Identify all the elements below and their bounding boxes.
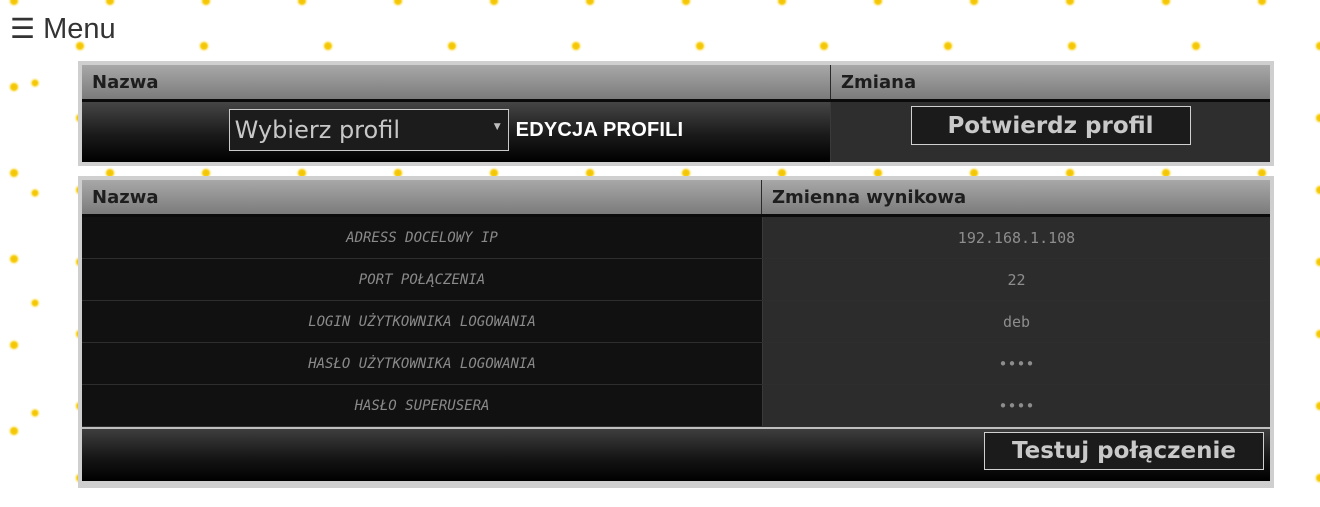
table-row: HASŁO SUPERUSERA •••• (82, 384, 1270, 427)
variable-value[interactable]: 192.168.1.108 (762, 217, 1270, 259)
table-row: PORT POŁĄCZENIA 22 (82, 258, 1270, 301)
variables-panel-footer: Testuj połączenie (82, 427, 1270, 481)
variables-table: ADRESS DOCELOWY IP 192.168.1.108 PORT PO… (82, 217, 1270, 427)
confirm-profile-button[interactable]: Potwierdz profil (910, 106, 1191, 145)
variable-value[interactable]: 22 (762, 258, 1270, 301)
profile-row: Wybierz profil ▼ EDYCJA PROFILI Potwierd… (82, 102, 1270, 162)
variable-name: LOGIN UŻYTKOWNIKA LOGOWANIA (82, 300, 763, 343)
profile-panel: Nazwa Zmiana Wybierz profil ▼ EDYCJA PRO… (78, 61, 1274, 166)
table-row: LOGIN UŻYTKOWNIKA LOGOWANIA deb (82, 300, 1270, 343)
variables-panel: Nazwa Zmienna wynikowa ADRESS DOCELOWY I… (78, 176, 1274, 488)
test-connection-button[interactable]: Testuj połączenie (984, 432, 1264, 470)
profile-confirm-cell: Potwierdz profil (831, 102, 1270, 162)
edit-profiles-link[interactable]: EDYCJA PROFILI (516, 119, 684, 142)
table-row: HASŁO UŻYTKOWNIKA LOGOWANIA •••• (82, 342, 1270, 385)
profile-select-value: Wybierz profil (234, 116, 400, 144)
profile-select-cell: Wybierz profil ▼ EDYCJA PROFILI (82, 102, 831, 162)
profile-panel-header: Nazwa Zmiana (82, 65, 1270, 102)
variable-value[interactable]: •••• (762, 342, 1270, 385)
variable-name: HASŁO UŻYTKOWNIKA LOGOWANIA (82, 342, 763, 385)
variable-name: ADRESS DOCELOWY IP (82, 217, 763, 259)
column-header-change: Zmiana (841, 71, 917, 93)
variable-value[interactable]: deb (762, 300, 1270, 343)
variables-panel-header: Nazwa Zmienna wynikowa (82, 180, 1270, 217)
variable-value[interactable]: •••• (762, 384, 1270, 427)
column-header-result: Zmienna wynikowa (772, 186, 967, 208)
menu-label: Menu (43, 12, 116, 45)
variable-name: PORT POŁĄCZENIA (82, 258, 763, 301)
menu-toggle[interactable]: ☰ Menu (10, 12, 116, 46)
variable-name: HASŁO SUPERUSERA (82, 384, 763, 427)
column-header-name: Nazwa (82, 180, 762, 214)
profile-select[interactable]: Wybierz profil ▼ (228, 109, 509, 151)
hamburger-icon: ☰ (10, 13, 36, 44)
dropdown-arrow-icon: ▼ (493, 122, 501, 132)
column-header-name: Nazwa (82, 65, 831, 99)
table-row: ADRESS DOCELOWY IP 192.168.1.108 (82, 217, 1270, 259)
